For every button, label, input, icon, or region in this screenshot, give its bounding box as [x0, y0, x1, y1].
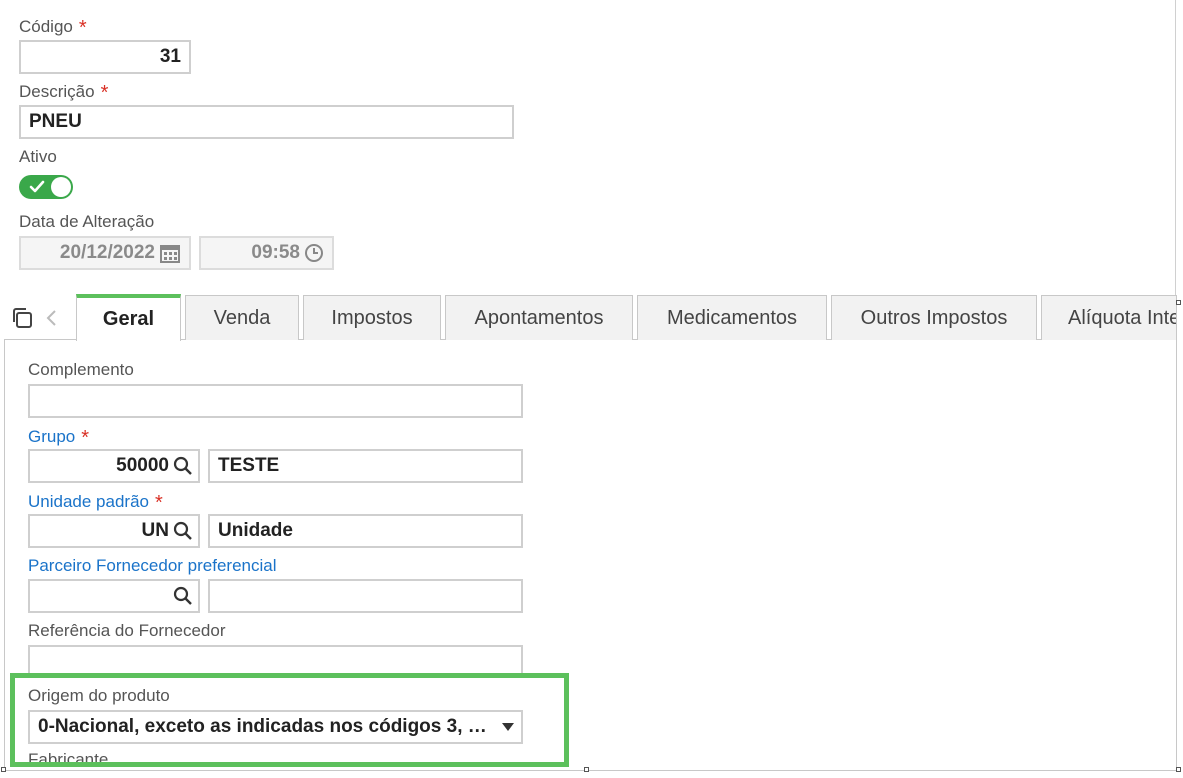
date-field: 20/12/2022 — [19, 236, 191, 270]
descricao-value: PNEU — [29, 111, 82, 132]
tab-impostos[interactable]: Impostos — [303, 295, 441, 340]
search-icon[interactable] — [173, 521, 193, 541]
ativo-toggle[interactable] — [19, 175, 73, 199]
time-value: 09:58 — [251, 242, 300, 263]
grupo-name: TESTE — [218, 455, 280, 476]
resize-handle[interactable] — [1176, 300, 1181, 305]
highlight-box — [10, 673, 569, 767]
unidade-label[interactable]: Unidade padrão * — [28, 490, 163, 514]
parceiro-name-field[interactable] — [208, 579, 523, 613]
grupo-name-field[interactable]: TESTE — [208, 449, 523, 483]
complemento-field[interactable] — [28, 384, 523, 418]
resize-handle[interactable] — [1176, 767, 1181, 772]
frame-border — [1175, 0, 1176, 300]
unidade-code-field[interactable]: UN — [28, 514, 200, 548]
resize-handle[interactable] — [584, 767, 589, 772]
date-value: 20/12/2022 — [59, 242, 155, 263]
unidade-name: Unidade — [218, 520, 293, 541]
ativo-label: Ativo — [19, 147, 57, 166]
grupo-label[interactable]: Grupo * — [28, 425, 89, 449]
complemento-label: Complemento — [28, 360, 134, 379]
codigo-field[interactable]: 31 — [19, 40, 191, 74]
search-icon[interactable] — [173, 586, 193, 606]
search-icon[interactable] — [173, 456, 193, 476]
tab-aliquota[interactable]: Alíquota Inte — [1041, 295, 1177, 340]
grupo-code: 50000 — [116, 455, 169, 476]
calendar-icon[interactable] — [159, 242, 181, 264]
unidade-name-field[interactable]: Unidade — [208, 514, 523, 548]
parceiro-label[interactable]: Parceiro Fornecedor preferencial — [28, 556, 277, 576]
chevron-left-icon[interactable] — [44, 308, 60, 328]
codigo-label: Código * — [19, 17, 87, 39]
data-alteracao-label: Data de Alteração — [19, 212, 155, 231]
tab-outros-impostos[interactable]: Outros Impostos — [831, 295, 1037, 340]
descricao-field[interactable]: PNEU — [19, 105, 514, 139]
clock-icon[interactable] — [304, 243, 324, 263]
copy-icon[interactable] — [10, 306, 34, 330]
time-field: 09:58 — [199, 236, 334, 270]
parceiro-code-field[interactable] — [28, 579, 200, 613]
resize-handle[interactable] — [1, 767, 6, 772]
codigo-value: 31 — [159, 46, 181, 67]
tab-apontamentos[interactable]: Apontamentos — [445, 295, 633, 340]
referencia-label: Referência do Fornecedor — [28, 621, 226, 640]
toggle-knob — [51, 177, 71, 197]
grupo-code-field[interactable]: 50000 — [28, 449, 200, 483]
tab-geral[interactable]: Geral — [76, 294, 181, 341]
unidade-code: UN — [141, 520, 169, 541]
check-icon — [29, 180, 45, 193]
tab-medicamentos[interactable]: Medicamentos — [637, 295, 827, 340]
descricao-label: Descrição * — [19, 82, 109, 104]
tab-venda[interactable]: Venda — [185, 295, 299, 340]
